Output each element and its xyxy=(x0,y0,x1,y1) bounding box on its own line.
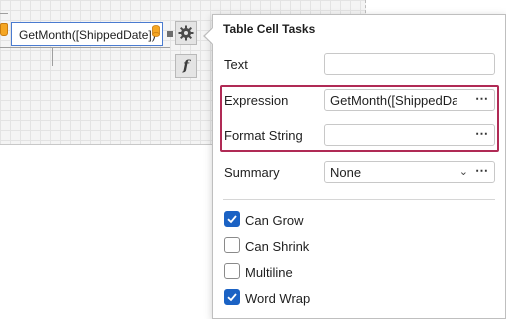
multiline-checkbox[interactable] xyxy=(224,263,240,279)
gear-icon xyxy=(178,25,194,41)
format-string-label: Format String xyxy=(224,128,303,143)
column-divider xyxy=(52,47,53,66)
panel-title: Table Cell Tasks xyxy=(223,22,316,36)
smart-tag-gear-button[interactable] xyxy=(175,21,197,45)
selection-handle[interactable] xyxy=(167,31,173,37)
expression-label: Expression xyxy=(224,93,289,108)
summary-select-value: None xyxy=(330,165,362,180)
can-grow-checkbox[interactable] xyxy=(224,211,240,227)
expression-field[interactable]: GetMonth([ShippedDate]) ⋯ xyxy=(324,89,495,111)
text-field[interactable] xyxy=(324,53,495,75)
ellipsis-icon[interactable]: ⋯ xyxy=(475,126,488,142)
format-string-field[interactable]: ⋯ xyxy=(324,124,495,146)
expression-field-value: GetMonth([ShippedDate]) xyxy=(330,93,457,108)
band-line xyxy=(0,47,170,48)
table-cell-selected[interactable]: GetMonth([ShippedDate]) xyxy=(11,22,163,46)
can-shrink-checkbox[interactable] xyxy=(224,237,240,253)
divider xyxy=(223,199,495,200)
can-shrink-label: Can Shrink xyxy=(245,239,310,254)
checkmark-icon xyxy=(227,215,237,224)
database-icon xyxy=(0,23,8,36)
table-cell-tasks-panel: Table Cell Tasks Text Expression GetMont… xyxy=(212,14,506,319)
word-wrap-checkbox[interactable] xyxy=(224,289,240,305)
table-cell-text: GetMonth([ShippedDate]) xyxy=(19,28,156,42)
band-line xyxy=(0,13,8,14)
summary-label: Summary xyxy=(224,165,280,180)
word-wrap-label: Word Wrap xyxy=(245,291,311,306)
function-icon: f xyxy=(182,58,190,74)
checkmark-icon xyxy=(227,293,237,302)
text-label: Text xyxy=(224,57,248,72)
summary-select[interactable]: None ⌄ ⋯ xyxy=(324,161,495,183)
ellipsis-icon[interactable]: ⋯ xyxy=(475,91,488,107)
can-grow-label: Can Grow xyxy=(245,213,304,228)
database-icon xyxy=(152,25,160,37)
popup-pointer-inner xyxy=(205,28,213,44)
chevron-down-icon[interactable]: ⌄ xyxy=(459,165,468,178)
multiline-label: Multiline xyxy=(245,265,293,280)
ellipsis-icon[interactable]: ⋯ xyxy=(475,163,488,179)
expression-function-button[interactable]: f xyxy=(175,54,197,78)
